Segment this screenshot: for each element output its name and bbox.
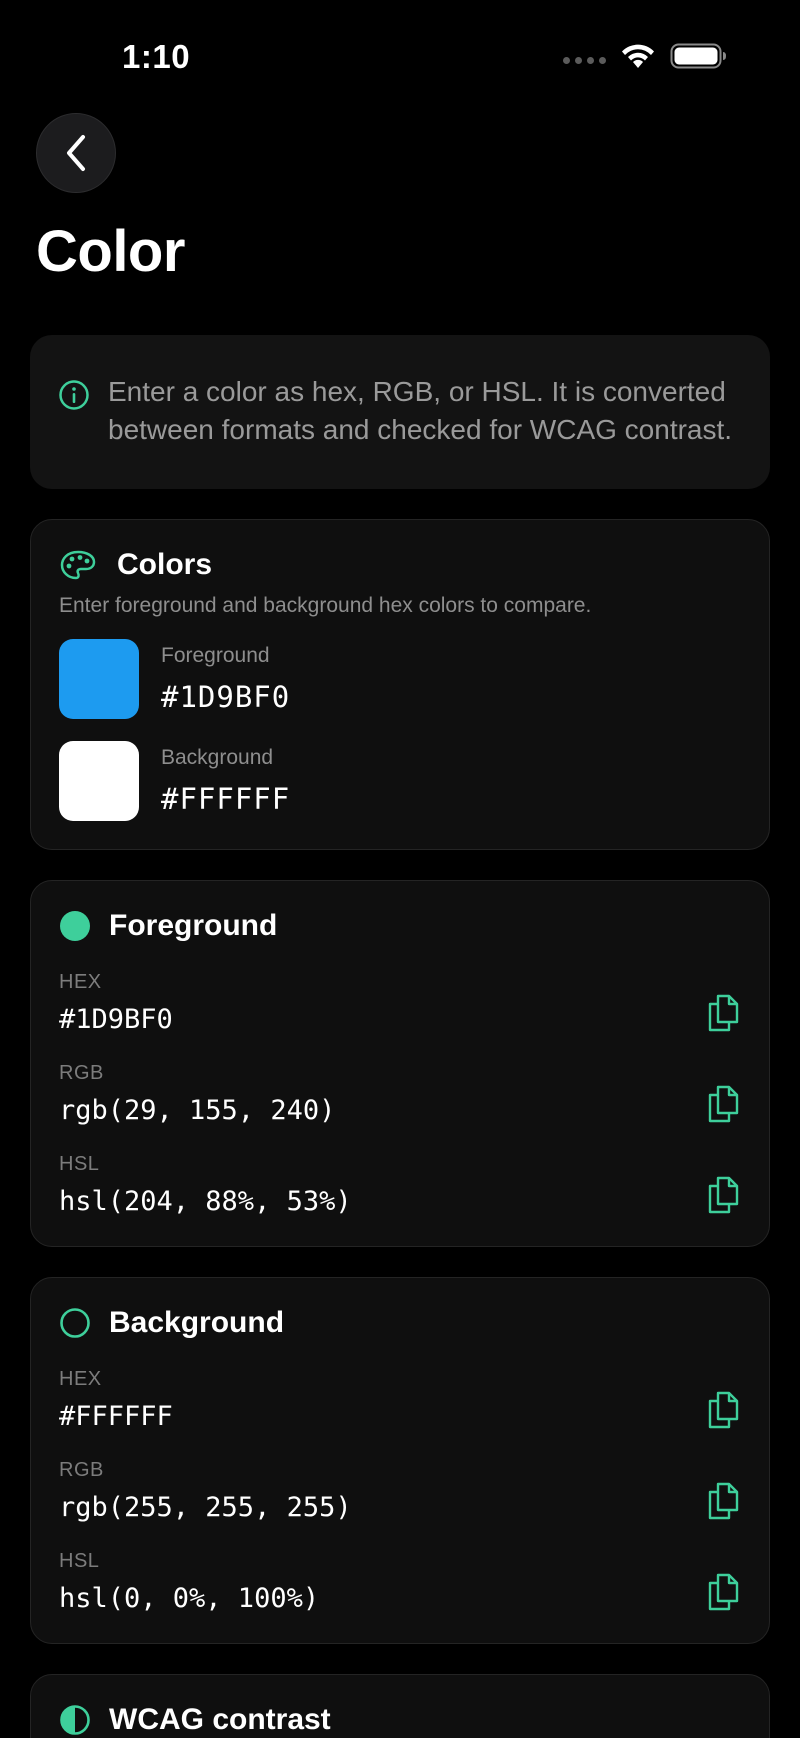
rgb-value: rgb(29, 155, 240) xyxy=(59,1095,336,1126)
background-hex-field[interactable]: #FFFFFF xyxy=(161,782,290,816)
background-rgb-row: RGB rgb(255, 255, 255) xyxy=(59,1459,743,1539)
rgb-label: RGB xyxy=(59,1062,104,1084)
foreground-card: Foreground HEX #1D9BF0 RGB rgb(29, 155, … xyxy=(30,880,770,1247)
copy-icon xyxy=(708,994,739,1032)
copy-button[interactable] xyxy=(703,1388,743,1432)
background-swatch[interactable] xyxy=(59,741,139,821)
rgb-label: RGB xyxy=(59,1459,104,1481)
foreground-color-input[interactable]: Foreground #1D9BF0 xyxy=(59,639,290,719)
filled-circle-icon xyxy=(60,911,90,941)
background-hex-row: HEX #FFFFFF xyxy=(59,1368,743,1448)
wcag-card-title: WCAG contrast xyxy=(109,1703,331,1736)
hex-value: #1D9BF0 xyxy=(59,1004,173,1035)
foreground-hsl-row: HSL hsl(204, 88%, 53%) xyxy=(59,1153,743,1233)
colors-card-title: Colors xyxy=(117,548,213,581)
info-icon xyxy=(59,380,89,410)
copy-icon xyxy=(708,1573,739,1611)
background-card: Background HEX #FFFFFF RGB rgb(255, 255,… xyxy=(30,1277,770,1644)
background-color-input[interactable]: Background #FFFFFF xyxy=(59,741,290,821)
wcag-contrast-card: WCAG contrast xyxy=(30,1674,770,1738)
foreground-label: Foreground xyxy=(161,644,270,667)
battery-icon xyxy=(670,43,726,69)
info-text: Enter a color as hex, RGB, or HSL. It is… xyxy=(108,376,733,445)
copy-icon xyxy=(708,1482,739,1520)
background-label: Background xyxy=(161,746,274,769)
background-card-header: Background xyxy=(59,1306,284,1340)
foreground-rgb-row: RGB rgb(29, 155, 240) xyxy=(59,1062,743,1142)
status-icons xyxy=(563,42,728,70)
chevron-left-icon xyxy=(67,135,85,171)
palette-icon xyxy=(60,550,96,580)
rgb-value: rgb(255, 255, 255) xyxy=(59,1492,352,1523)
copy-button[interactable] xyxy=(703,1082,743,1126)
hex-label: HEX xyxy=(59,1368,102,1390)
copy-button[interactable] xyxy=(703,991,743,1035)
colors-card-subtitle: Enter foreground and background hex colo… xyxy=(59,594,592,617)
info-banner: Enter a color as hex, RGB, or HSL. It is… xyxy=(30,335,770,489)
page-title: Color xyxy=(36,219,185,284)
hex-value: #FFFFFF xyxy=(59,1401,173,1432)
status-bar: 1:10 xyxy=(0,0,800,120)
foreground-swatch[interactable] xyxy=(59,639,139,719)
copy-button[interactable] xyxy=(703,1570,743,1614)
hsl-label: HSL xyxy=(59,1153,100,1175)
background-card-title: Background xyxy=(109,1306,285,1339)
cellular-signal-icon xyxy=(563,56,606,64)
copy-button[interactable] xyxy=(703,1173,743,1217)
colors-card: Colors Enter foreground and background h… xyxy=(30,519,770,850)
background-hsl-row: HSL hsl(0, 0%, 100%) xyxy=(59,1550,743,1630)
hsl-value: hsl(204, 88%, 53%) xyxy=(59,1186,352,1217)
copy-button[interactable] xyxy=(703,1479,743,1523)
wifi-icon xyxy=(622,44,654,68)
colors-card-header: Colors xyxy=(59,548,212,582)
back-button[interactable] xyxy=(36,113,116,193)
foreground-card-title: Foreground xyxy=(109,909,278,942)
foreground-hex-field[interactable]: #1D9BF0 xyxy=(161,680,290,714)
copy-icon xyxy=(708,1176,739,1214)
hsl-label: HSL xyxy=(59,1550,100,1572)
foreground-card-header: Foreground xyxy=(59,909,277,943)
copy-icon xyxy=(708,1085,739,1123)
hex-label: HEX xyxy=(59,971,102,993)
wcag-card-header: WCAG contrast xyxy=(59,1703,331,1737)
foreground-hex-row: HEX #1D9BF0 xyxy=(59,971,743,1051)
half-circle-contrast-icon xyxy=(60,1705,90,1735)
copy-icon xyxy=(708,1391,739,1429)
hsl-value: hsl(0, 0%, 100%) xyxy=(59,1583,320,1614)
outline-circle-icon xyxy=(60,1308,90,1338)
status-time: 1:10 xyxy=(122,38,191,75)
